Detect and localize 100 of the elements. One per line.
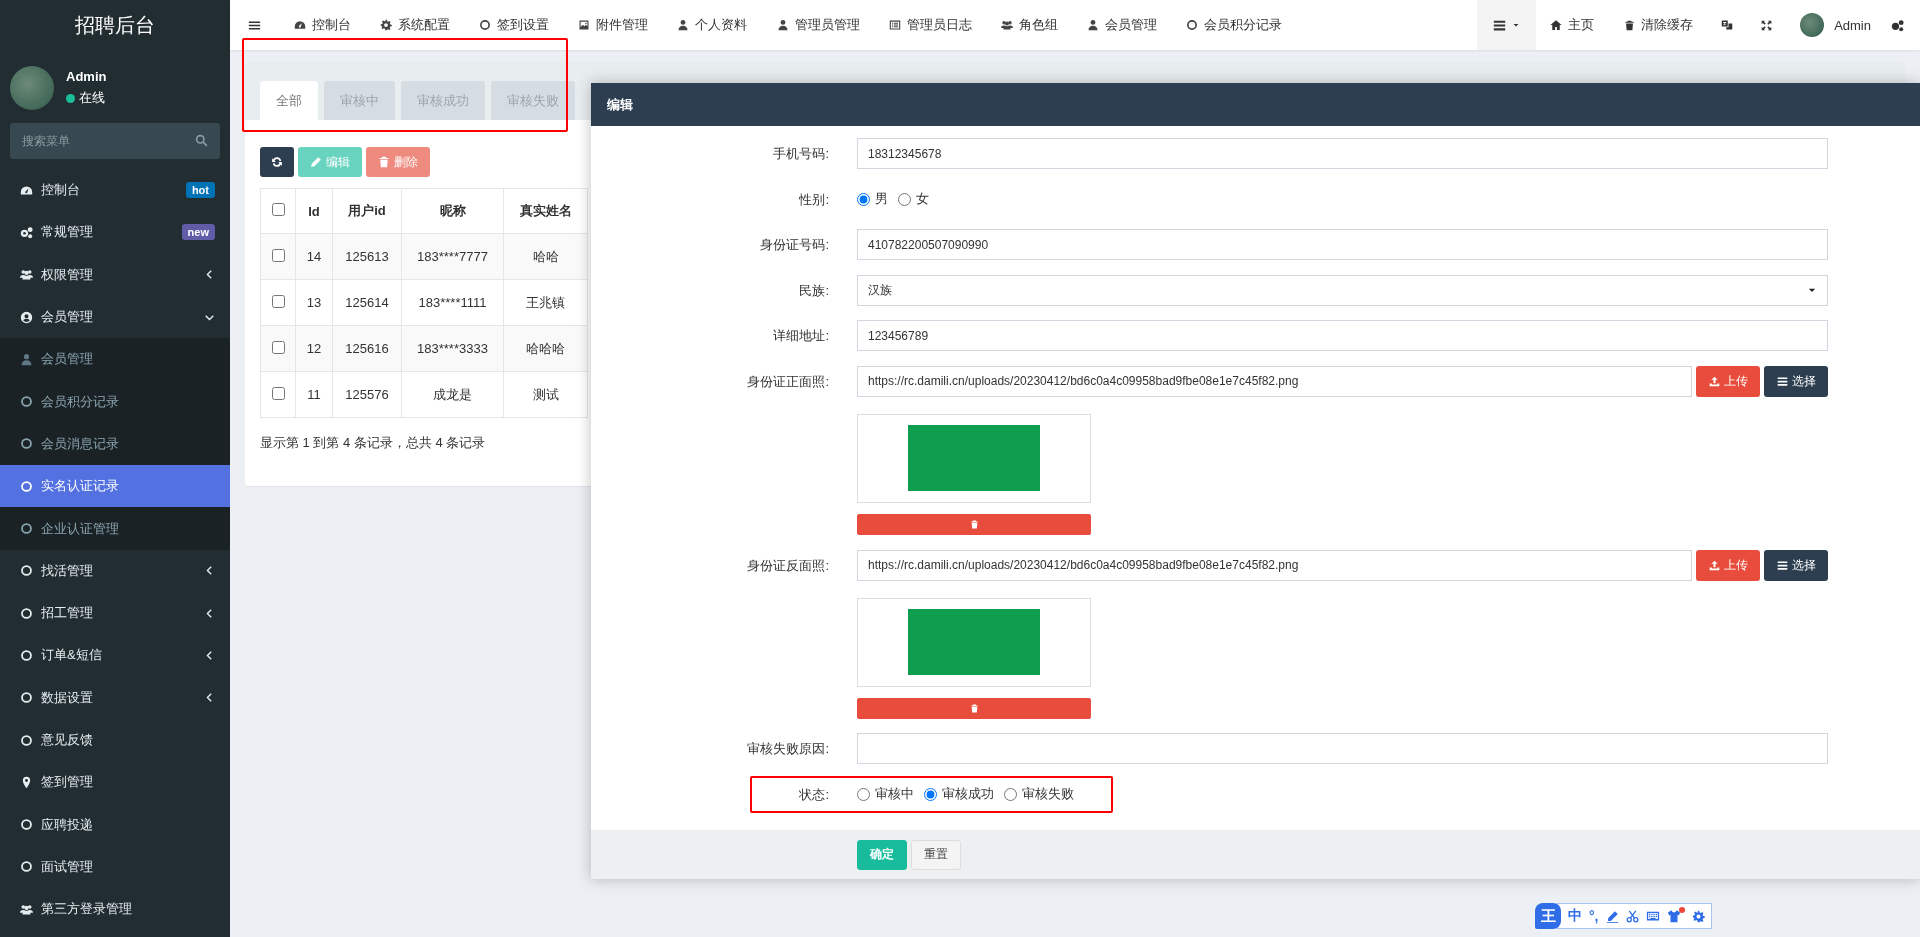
nav-link[interactable]: 签到设置	[464, 0, 564, 50]
caret-icon	[1511, 21, 1520, 29]
radio-button[interactable]	[898, 192, 911, 206]
sidebar-item[interactable]: 会员消息记录	[0, 422, 230, 466]
select-all-checkbox[interactable]	[271, 203, 285, 216]
nav-link[interactable]: 附件管理	[563, 0, 663, 50]
nav-link[interactable]: 控制台	[279, 0, 366, 50]
row-checkbox[interactable]	[271, 248, 285, 262]
list-icon	[888, 19, 901, 31]
modal-title: 编辑	[591, 83, 1920, 126]
field-label: 状态:	[799, 785, 829, 804]
input-field[interactable]	[857, 733, 1828, 765]
sidebar-item[interactable]: 控制台 hot	[0, 169, 230, 212]
circle-icon	[20, 648, 33, 662]
search-field[interactable]: 搜索菜单	[10, 123, 220, 159]
upload-button[interactable]: 上传	[1696, 365, 1760, 397]
refresh-icon	[271, 156, 283, 168]
radio-button[interactable]	[857, 192, 870, 206]
table-cell: 183****1111	[401, 279, 504, 326]
field-label: 身份证反面照:	[747, 556, 829, 575]
sidebar-item[interactable]: 会员管理	[0, 295, 230, 339]
user-menu[interactable]: Admin	[1786, 0, 1885, 50]
nav-link[interactable]: 管理员日志	[874, 0, 987, 50]
input-field[interactable]: https://rc.damili.cn/uploads/20230412/bd6c0a4c09958bad9fbe08e1e7c45f82.png	[857, 549, 1692, 581]
ime-logo: 王	[1535, 903, 1561, 929]
field-label: 审核失败原因:	[747, 740, 829, 759]
radio-button[interactable]	[857, 787, 870, 801]
choose-button[interactable]: 选择	[1764, 549, 1828, 581]
delete-image-button[interactable]	[857, 513, 1091, 535]
column-header: 昵称	[401, 188, 504, 234]
table-cell: 王兆镇	[503, 279, 588, 326]
settings-icon[interactable]	[1691, 909, 1705, 923]
option-label: 审核失败	[1022, 785, 1074, 804]
punctuation-toggle[interactable]: °,	[1589, 908, 1599, 924]
radio-button[interactable]	[1004, 787, 1017, 801]
table-cell: 12	[295, 325, 333, 372]
clear-cache-link[interactable]: 清除缓存	[1608, 0, 1708, 50]
circle-icon	[20, 860, 33, 874]
sidebar-item[interactable]: 找活管理	[0, 549, 230, 592]
sidebar-item[interactable]: 订单&短信	[0, 634, 230, 677]
search-icon	[195, 134, 208, 147]
nav-link[interactable]: 会员积分记录	[1171, 0, 1297, 50]
users-icon	[20, 902, 33, 916]
nav-link[interactable]: 个人资料	[662, 0, 762, 50]
input-field[interactable]: https://rc.damili.cn/uploads/20230412/bd6c0a4c09958bad9fbe08e1e7c45f82.png	[857, 365, 1692, 397]
sidebar-item[interactable]: 意见反馈	[0, 718, 230, 762]
keyboard-icon[interactable]	[1645, 909, 1660, 923]
menu-icon	[248, 18, 261, 32]
sidebar-item[interactable]: 实名认证记录	[0, 465, 230, 508]
input-field[interactable]: 123456789	[857, 320, 1828, 352]
choose-button[interactable]: 选择	[1764, 365, 1828, 397]
field-label: 身份证号码:	[760, 236, 829, 255]
circle-icon	[20, 437, 33, 451]
upload-icon	[1708, 375, 1720, 387]
radio-button[interactable]	[924, 787, 937, 801]
sidebar-item[interactable]: 面试管理	[0, 845, 230, 889]
sidebar-item[interactable]: 第三方登录管理	[0, 888, 230, 931]
gears-icon	[20, 225, 33, 239]
row-checkbox[interactable]	[271, 294, 285, 308]
scissors-icon[interactable]	[1625, 909, 1639, 923]
upload-button[interactable]: 上传	[1696, 549, 1760, 581]
table-cell: 哈哈	[503, 233, 588, 280]
sidebar-item[interactable]: 数据设置	[0, 676, 230, 719]
tab[interactable]: 全部	[260, 81, 318, 120]
field-label: 民族:	[799, 281, 829, 300]
sidebar-item[interactable]: 常规管理 new	[0, 211, 230, 254]
dropdown-button[interactable]	[1476, 0, 1536, 50]
table-cell: 183****7777	[401, 233, 504, 280]
row-checkbox[interactable]	[271, 340, 285, 354]
nav-link[interactable]: 系统配置	[365, 0, 465, 50]
list-icon	[1776, 559, 1788, 571]
home-icon	[1550, 19, 1563, 31]
sidebar-item[interactable]: 签到管理	[0, 761, 230, 804]
input-field[interactable]: 18312345678	[857, 138, 1828, 169]
refresh-button[interactable]	[260, 147, 294, 177]
nav-link[interactable]: 会员管理	[1072, 0, 1172, 50]
gauge-icon	[293, 19, 306, 31]
nav-link[interactable]: 管理员管理	[761, 0, 875, 50]
sidebar-item[interactable]: 应聘投递	[0, 803, 230, 846]
table-cell: 成龙是	[401, 371, 504, 418]
table-cell: 125616	[332, 325, 402, 372]
select-field[interactable]: 汉族	[857, 274, 1828, 306]
home-link[interactable]: 主页	[1535, 0, 1609, 50]
input-field[interactable]: 410782200507090990	[857, 229, 1828, 261]
pen-icon[interactable]	[1605, 909, 1619, 923]
pencil-icon	[310, 156, 322, 168]
sidebar-item[interactable]: 会员积分记录	[0, 380, 230, 423]
reset-button[interactable]: 重置	[911, 839, 961, 870]
sidebar-item[interactable]: 企业认证管理	[0, 507, 230, 550]
sidebar-item[interactable]: 招工管理	[0, 591, 230, 635]
row-checkbox[interactable]	[271, 386, 285, 400]
sidebar-item[interactable]: 会员管理	[0, 338, 230, 381]
notification-dot	[1678, 907, 1685, 913]
nav-link[interactable]: 角色组	[986, 0, 1073, 50]
sidebar-item[interactable]: 权限管理	[0, 253, 230, 296]
delete-image-button[interactable]	[857, 697, 1091, 719]
table-cell: 125614	[332, 279, 402, 326]
input-mode[interactable]: 中	[1568, 907, 1582, 925]
gear-icon	[379, 19, 392, 31]
gauge-icon	[20, 183, 33, 197]
